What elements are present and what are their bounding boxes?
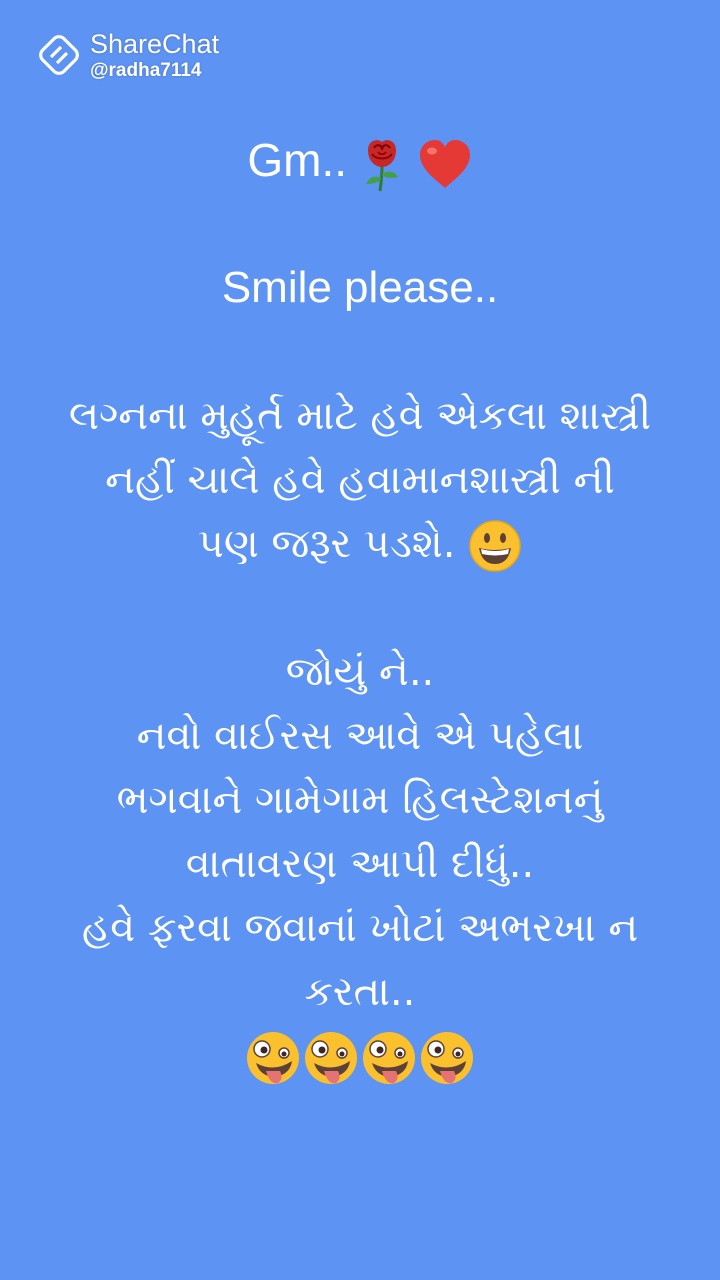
zany-face-icon <box>360 1029 418 1087</box>
para1-line-2: નહીં ચાલે હવે હવામાનશાસ્ત્રી ની <box>105 457 615 503</box>
smile-line: Smile please.. <box>221 263 499 312</box>
para2-line-1: જોયું ને.. <box>285 649 435 695</box>
greeting-line: Gm.. <box>20 128 700 192</box>
para2-line-5: હવે ફરવા જવાનાં ખોટાં અભરખા ન <box>81 905 639 951</box>
para2-line-6: કરતા.. <box>304 969 416 1015</box>
sharechat-logo-icon <box>39 35 79 75</box>
post-text: Gm.. Smile please.. લગ્નના મુહૂર્ત માટે … <box>20 128 700 1088</box>
para1-line-3-text: પણ જરૂર પડશે. <box>197 521 456 567</box>
heart-icon <box>417 138 473 190</box>
para2-line-3: ભગવાને ગામેગામ હિલસ્ટેશનનું <box>116 777 604 823</box>
sharechat-watermark: ShareChat @radha7114 <box>34 30 219 80</box>
para1-line-1: લગ્નના મુહૂર્ત માટે હવે એકલા શાસ્ત્રી <box>68 393 652 439</box>
para2-line-4: વાતાવરણ આપી દીધું.. <box>185 841 535 887</box>
zany-face-icon <box>244 1029 302 1087</box>
zany-face-icon <box>418 1029 476 1087</box>
watermark-brand: ShareChat <box>90 28 220 59</box>
greeting-text: Gm.. <box>247 134 348 186</box>
grinning-face-icon <box>468 519 522 573</box>
watermark-handle: @radha7114 <box>90 59 202 81</box>
zany-face-icon <box>302 1029 360 1087</box>
para2-line-2: નવો વાઈરસ આવે એ પહેલા <box>136 713 584 759</box>
rose-icon <box>360 136 404 192</box>
zany-faces-row <box>20 1024 700 1088</box>
para1-line-3: પણ જરૂર પડશે. <box>20 512 700 576</box>
